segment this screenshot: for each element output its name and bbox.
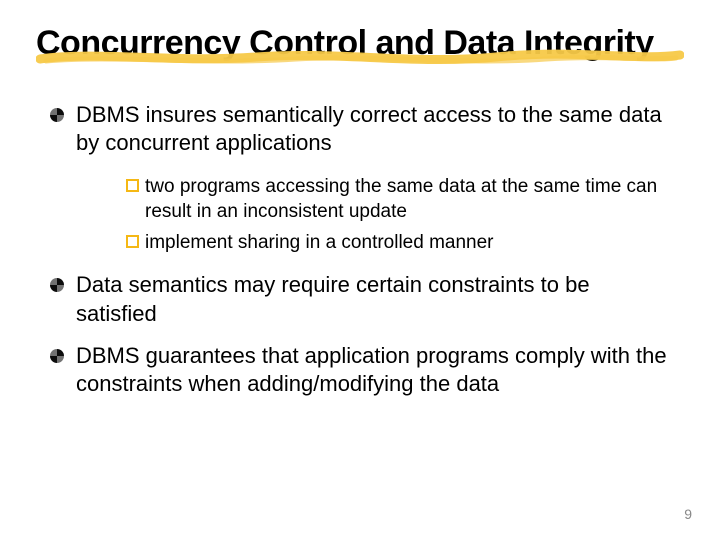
slide-title: Concurrency Control and Data Integrity xyxy=(36,24,684,63)
slide-content: DBMS insures semantically correct access… xyxy=(0,63,720,398)
square-icon xyxy=(126,235,139,248)
slide: Concurrency Control and Data Integrity D… xyxy=(0,0,720,540)
bullet-text: DBMS guarantees that application program… xyxy=(76,342,670,398)
sub-bullet-group: two programs accessing the same data at … xyxy=(50,171,670,271)
square-icon xyxy=(126,179,139,192)
bullet-item: DBMS guarantees that application program… xyxy=(50,342,670,398)
pinwheel-icon xyxy=(50,278,64,292)
sub-bullet-item: two programs accessing the same data at … xyxy=(126,175,670,224)
bullet-text: DBMS insures semantically correct access… xyxy=(76,101,670,157)
bullet-item: Data semantics may require certain const… xyxy=(50,271,670,327)
sub-bullet-text: implement sharing in a controlled manner xyxy=(145,231,494,256)
title-wrap: Concurrency Control and Data Integrity xyxy=(0,24,720,63)
page-number: 9 xyxy=(684,506,692,522)
sub-bullet-item: implement sharing in a controlled manner xyxy=(126,231,670,256)
bullet-item: DBMS insures semantically correct access… xyxy=(50,101,670,157)
bullet-text: Data semantics may require certain const… xyxy=(76,271,670,327)
pinwheel-icon xyxy=(50,108,64,122)
sub-bullet-text: two programs accessing the same data at … xyxy=(145,175,670,224)
pinwheel-icon xyxy=(50,349,64,363)
